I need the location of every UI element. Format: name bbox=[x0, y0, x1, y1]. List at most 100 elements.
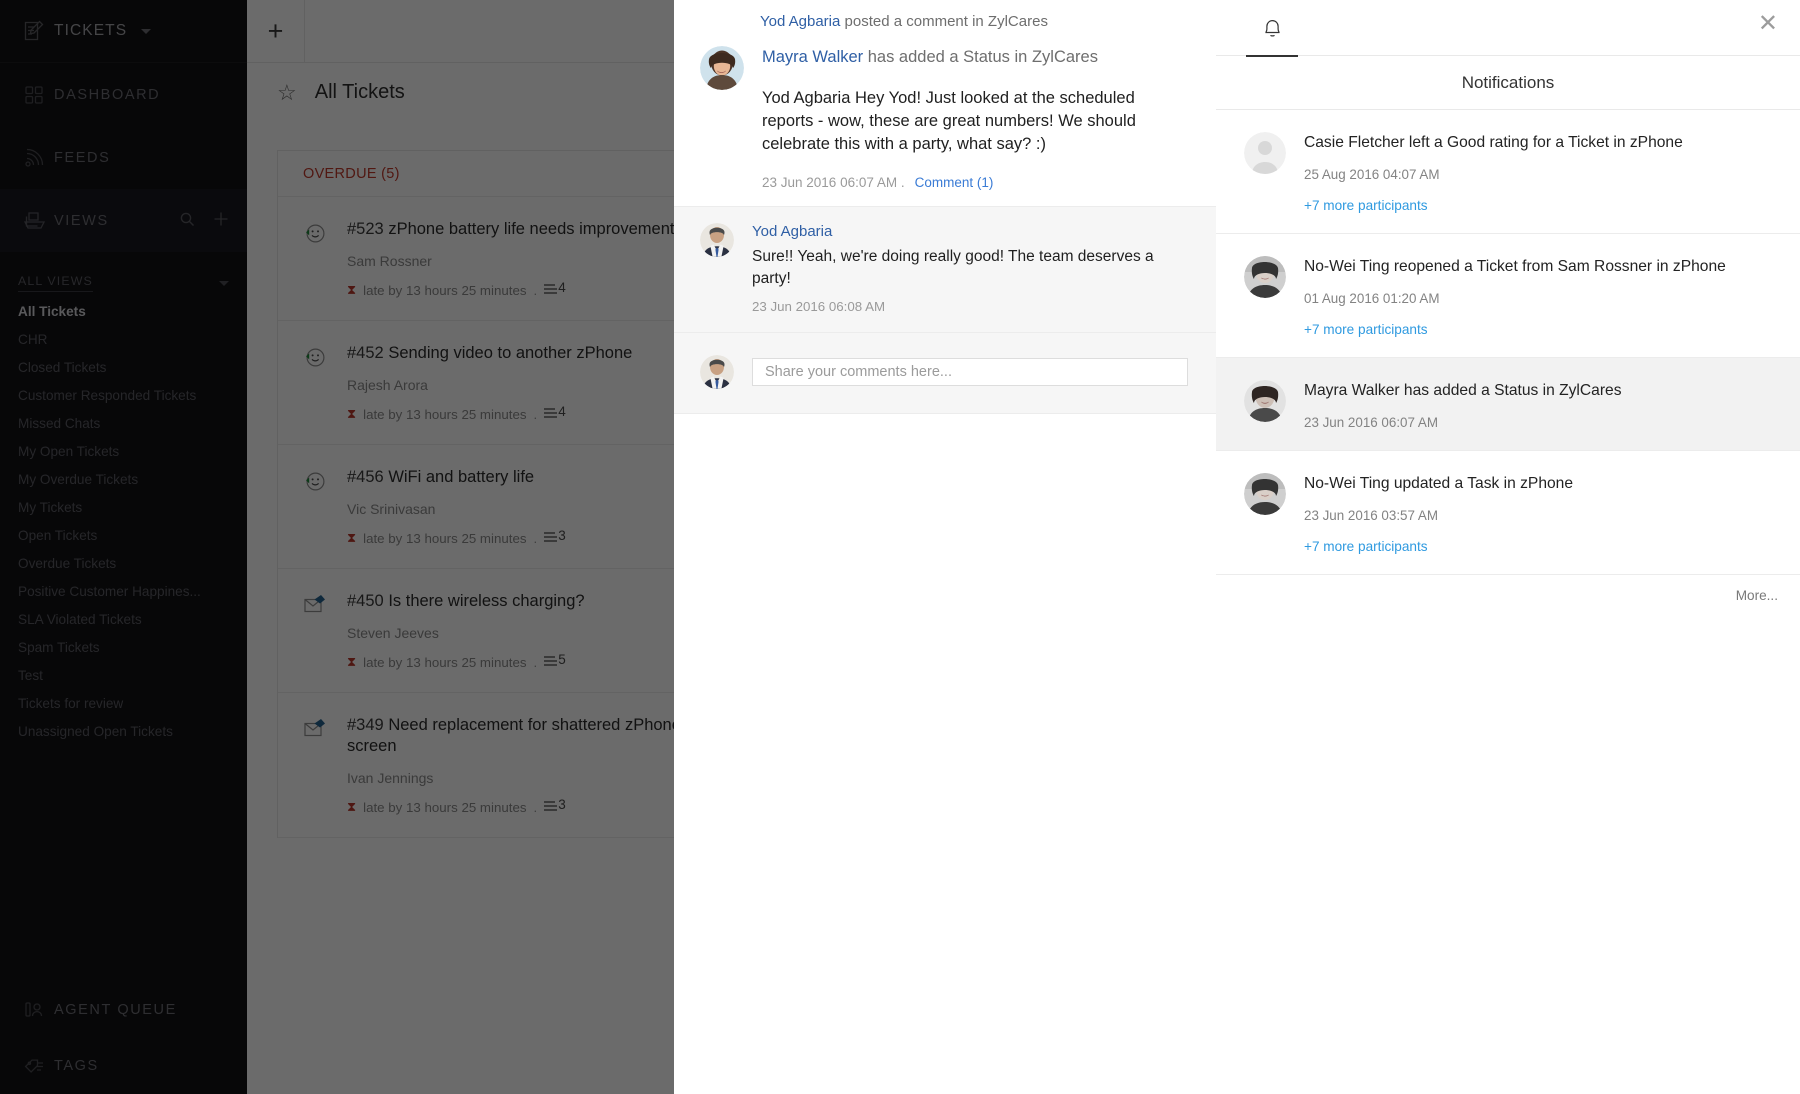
sidebar-view-item[interactable]: Open Tickets bbox=[0, 522, 247, 550]
sidebar-view-item[interactable]: All Tickets bbox=[0, 298, 247, 326]
ticket-thread-count: 3 bbox=[544, 528, 566, 544]
activity-header-actor[interactable]: Yod Agbaria bbox=[760, 13, 840, 30]
chevron-down-icon[interactable] bbox=[141, 28, 152, 34]
notification-item[interactable]: No-Wei Ting updated a Task in zPhone 23 J… bbox=[1216, 451, 1800, 575]
close-icon[interactable]: ✕ bbox=[1758, 12, 1778, 36]
notification-text: No-Wei Ting updated a Task in zPhone bbox=[1304, 475, 1574, 492]
hourglass-icon: ⧗ bbox=[347, 799, 357, 814]
tag-icon bbox=[14, 1055, 54, 1077]
plus-icon[interactable] bbox=[213, 211, 229, 231]
notification-body: Mayra Walker has added a Status in ZylCa… bbox=[1304, 380, 1776, 430]
sidebar-view-item[interactable]: Overdue Tickets bbox=[0, 550, 247, 578]
sidebar-item-views[interactable]: VIEWS bbox=[0, 189, 247, 252]
avatar-mayra-walker bbox=[1244, 380, 1286, 422]
comment-compose-row: Share your comments here... bbox=[674, 333, 1216, 414]
sidebar-item-dashboard[interactable]: DASHBOARD bbox=[0, 63, 247, 126]
hourglass-icon: ⧗ bbox=[347, 406, 357, 421]
activity-reply-author[interactable]: Yod Agbaria bbox=[752, 223, 1188, 240]
ticket-thread-count: 4 bbox=[544, 280, 566, 296]
notification-item[interactable]: No-Wei Ting reopened a Ticket from Sam R… bbox=[1216, 234, 1800, 358]
sidebar-item-feeds[interactable]: FEEDS bbox=[0, 126, 247, 189]
ticket-number: #456 bbox=[347, 468, 384, 486]
activity-post-message: Yod Agbaria Hey Yod! Just looked at the … bbox=[762, 89, 1136, 153]
sidebar-view-item[interactable]: CHR bbox=[0, 326, 247, 354]
notification-item[interactable]: Mayra Walker has added a Status in ZylCa… bbox=[1216, 358, 1800, 451]
ticket-thread-count: 3 bbox=[544, 797, 566, 813]
sidebar-item-tags[interactable]: TAGS bbox=[0, 1038, 247, 1094]
sidebar-view-item[interactable]: Test bbox=[0, 662, 247, 690]
notifications-more-link[interactable]: More... bbox=[1216, 575, 1800, 603]
star-outline-icon[interactable]: ☆ bbox=[277, 81, 297, 104]
notification-participants-link[interactable]: +7 more participants bbox=[1304, 322, 1776, 337]
activity-post-action: has added a Status in ZylCares bbox=[863, 48, 1098, 66]
activity-reply-body: Yod Agbaria Sure!! Yeah, we're doing rea… bbox=[752, 223, 1188, 314]
ticket-number: #450 bbox=[347, 592, 384, 610]
sidebar-view-item[interactable]: Spam Tickets bbox=[0, 634, 247, 662]
thread-count-value: 4 bbox=[558, 280, 566, 295]
ticket-due: late by 13 hours 25 minutes bbox=[363, 799, 527, 815]
notification-timestamp: 23 Jun 2016 06:07 AM bbox=[1304, 415, 1439, 430]
ticket-requester: Ivan Jennings bbox=[347, 770, 434, 786]
ticket-title: #456 WiFi and battery life bbox=[347, 467, 722, 488]
all-views-label: ALL VIEWS bbox=[18, 274, 93, 292]
notifications-title: Notifications bbox=[1216, 56, 1800, 110]
sidebar-item-label: FEEDS bbox=[54, 149, 111, 166]
sidebar-brand[interactable]: TICKETS bbox=[0, 0, 247, 63]
happy-face-icon bbox=[303, 467, 347, 546]
ticket-meta: ⧗ late by 13 hours 25 minutes. 4 bbox=[347, 404, 722, 422]
hourglass-icon: ⧗ bbox=[347, 530, 357, 545]
avatar-current-user bbox=[700, 355, 734, 389]
ticket-subject: WiFi and battery life bbox=[388, 468, 535, 486]
notification-text: Mayra Walker has added a Status in ZylCa… bbox=[1304, 382, 1622, 399]
ticket-meta: ⧗ late by 13 hours 25 minutes. 3 bbox=[347, 528, 722, 546]
bell-icon[interactable] bbox=[1246, 1, 1298, 57]
activity-post-actor[interactable]: Mayra Walker bbox=[762, 48, 863, 66]
sidebar-view-item[interactable]: My Tickets bbox=[0, 494, 247, 522]
all-views-header[interactable]: ALL VIEWS bbox=[0, 252, 247, 298]
email-icon bbox=[303, 715, 347, 815]
sidebar-item-label: TAGS bbox=[54, 1058, 99, 1074]
notification-body: Casie Fletcher left a Good rating for a … bbox=[1304, 132, 1776, 213]
notification-timestamp: 23 Jun 2016 03:57 AM bbox=[1304, 508, 1439, 523]
sidebar-bottom: AGENT QUEUE TAGS bbox=[0, 982, 247, 1094]
sidebar: TICKETS DASHBOARD FEEDS VIEWS ALL VIEWS … bbox=[0, 0, 247, 1094]
notification-participants-link[interactable]: +7 more participants bbox=[1304, 539, 1776, 554]
chevron-down-icon[interactable] bbox=[219, 280, 229, 286]
ticket-title: #349 Need replacement for shattered zPho… bbox=[347, 715, 722, 757]
sidebar-view-item[interactable]: SLA Violated Tickets bbox=[0, 606, 247, 634]
add-ticket-button[interactable]: + bbox=[247, 0, 305, 62]
activity-reply-message: Sure!! Yeah, we're doing really good! Th… bbox=[752, 248, 1154, 287]
sidebar-view-item[interactable]: Tickets for review bbox=[0, 690, 247, 718]
notification-item[interactable]: Casie Fletcher left a Good rating for a … bbox=[1216, 110, 1800, 234]
sidebar-item-label: AGENT QUEUE bbox=[54, 1002, 177, 1018]
comment-input[interactable]: Share your comments here... bbox=[752, 358, 1188, 386]
sidebar-view-item[interactable]: Missed Chats bbox=[0, 410, 247, 438]
avatar-no-wei-ting bbox=[1244, 473, 1286, 515]
avatar-placeholder bbox=[1244, 132, 1286, 174]
email-icon bbox=[303, 591, 347, 670]
activity-reply-timestamp: 23 Jun 2016 06:08 AM bbox=[752, 299, 886, 314]
sidebar-view-item[interactable]: My Overdue Tickets bbox=[0, 466, 247, 494]
activity-header-rest: posted a comment in ZylCares bbox=[840, 13, 1048, 30]
notifications-panel: ✕ Notifications Casie Fletcher left a Go… bbox=[1216, 0, 1800, 1094]
activity-header: Yod Agbaria posted a comment in ZylCares bbox=[674, 0, 1216, 46]
ticket-thread-count: 4 bbox=[544, 404, 566, 420]
ticket-row-body: #349 Need replacement for shattered zPho… bbox=[347, 715, 722, 815]
thread-lines-icon bbox=[544, 801, 558, 813]
thread-lines-icon bbox=[544, 408, 558, 420]
views-stack-icon bbox=[14, 210, 54, 232]
avatar bbox=[700, 223, 734, 257]
sidebar-view-item[interactable]: My Open Tickets bbox=[0, 438, 247, 466]
sidebar-view-item[interactable]: Positive Customer Happines... bbox=[0, 578, 247, 606]
notification-body: No-Wei Ting updated a Task in zPhone 23 J… bbox=[1304, 473, 1776, 554]
search-icon[interactable] bbox=[179, 211, 195, 231]
ticket-row-body: #450 Is there wireless charging? Steven J… bbox=[347, 591, 722, 670]
comment-count-link[interactable]: Comment (1) bbox=[915, 175, 994, 190]
notification-participants-link[interactable]: +7 more participants bbox=[1304, 198, 1776, 213]
ticket-due: late by 13 hours 25 minutes bbox=[363, 654, 527, 670]
sidebar-view-item[interactable]: Unassigned Open Tickets bbox=[0, 718, 247, 746]
sidebar-view-item[interactable]: Closed Tickets bbox=[0, 354, 247, 382]
avatar bbox=[700, 46, 744, 90]
sidebar-view-item[interactable]: Customer Responded Tickets bbox=[0, 382, 247, 410]
sidebar-item-agent-queue[interactable]: AGENT QUEUE bbox=[0, 982, 247, 1038]
